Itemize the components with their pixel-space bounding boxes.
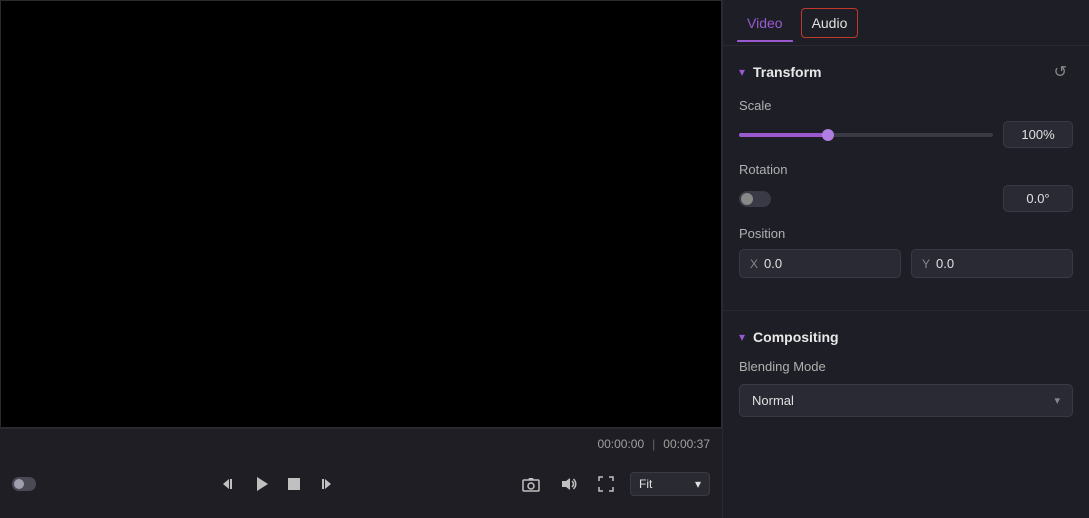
scale-control-row: 100% xyxy=(739,121,1073,148)
time-display: 00:00:00 | 00:00:37 xyxy=(12,429,710,457)
video-preview xyxy=(0,0,722,428)
position-fields: X 0.0 Y 0.0 xyxy=(739,249,1073,278)
position-x-value: 0.0 xyxy=(764,256,782,271)
compositing-section: ▾ Compositing Blending Mode Normal ▾ xyxy=(723,315,1089,431)
rotation-control-row: 0.0° xyxy=(739,185,1073,212)
scale-slider-track[interactable] xyxy=(739,133,993,137)
transform-collapse-arrow[interactable]: ▾ xyxy=(739,65,745,79)
tab-audio[interactable]: Audio xyxy=(801,8,859,38)
video-controls-bar: 00:00:00 | 00:00:37 xyxy=(0,428,722,518)
blending-mode-value: Normal xyxy=(752,393,794,408)
total-time: 00:00:37 xyxy=(663,437,710,451)
position-label: Position xyxy=(739,226,1073,241)
fit-chevron: ▾ xyxy=(695,477,701,491)
scale-label: Scale xyxy=(739,98,1073,113)
scale-control: Scale 100% xyxy=(739,98,1073,148)
scale-slider-fill xyxy=(739,133,828,137)
screenshot-button[interactable] xyxy=(518,472,544,496)
right-panel: Video Audio ▾ Transform ↺ Scale 100% xyxy=(722,0,1089,518)
playback-controls: Fit ▾ xyxy=(12,457,710,518)
transform-section: ▾ Transform ↺ Scale 100% Rotation xyxy=(723,46,1089,306)
scale-value-box[interactable]: 100% xyxy=(1003,121,1073,148)
position-x-field[interactable]: X 0.0 xyxy=(739,249,901,278)
current-time: 00:00:00 xyxy=(597,437,644,451)
position-y-field[interactable]: Y 0.0 xyxy=(911,249,1073,278)
volume-button[interactable] xyxy=(556,472,582,496)
blending-chevron-icon: ▾ xyxy=(1054,394,1060,407)
transform-title: Transform xyxy=(753,64,821,80)
controls-left xyxy=(12,477,36,491)
record-dot xyxy=(14,479,24,489)
scale-slider-container[interactable] xyxy=(739,133,993,137)
step-forward-button[interactable] xyxy=(313,472,337,496)
transform-reset-button[interactable]: ↺ xyxy=(1048,60,1073,84)
record-indicator xyxy=(12,477,36,491)
stop-button[interactable] xyxy=(283,473,305,495)
fit-dropdown[interactable]: Fit ▾ xyxy=(630,472,710,496)
play-button[interactable] xyxy=(249,471,275,497)
fullscreen-button[interactable] xyxy=(594,472,618,496)
blending-mode-label: Blending Mode xyxy=(739,359,1073,374)
rotation-label: Rotation xyxy=(739,162,1073,177)
section-title-row: ▾ Transform xyxy=(739,64,822,80)
position-control: Position X 0.0 Y 0.0 xyxy=(739,226,1073,278)
compositing-title: Compositing xyxy=(753,329,839,345)
rotation-value-box[interactable]: 0.0° xyxy=(1003,185,1073,212)
blending-mode-dropdown[interactable]: Normal ▾ xyxy=(739,384,1073,417)
rotation-toggle-thumb xyxy=(741,193,753,205)
section-divider xyxy=(723,310,1089,311)
step-back-button[interactable] xyxy=(217,472,241,496)
scale-slider-thumb[interactable] xyxy=(822,129,834,141)
rotation-toggle[interactable] xyxy=(739,191,771,207)
position-y-label: Y xyxy=(922,257,930,271)
rotation-control: Rotation 0.0° xyxy=(739,162,1073,212)
position-y-value: 0.0 xyxy=(936,256,954,271)
compositing-collapse-arrow[interactable]: ▾ xyxy=(739,330,745,344)
time-separator: | xyxy=(652,437,655,451)
tabs-row: Video Audio xyxy=(723,0,1089,46)
fit-label: Fit xyxy=(639,477,652,491)
controls-center xyxy=(217,471,337,497)
left-panel: 00:00:00 | 00:00:37 xyxy=(0,0,722,518)
compositing-header: ▾ Compositing xyxy=(739,329,1073,345)
transform-header: ▾ Transform ↺ xyxy=(739,60,1073,84)
tab-video[interactable]: Video xyxy=(737,5,793,41)
position-x-label: X xyxy=(750,257,758,271)
controls-right: Fit ▾ xyxy=(518,472,710,496)
compositing-title-row: ▾ Compositing xyxy=(739,329,839,345)
